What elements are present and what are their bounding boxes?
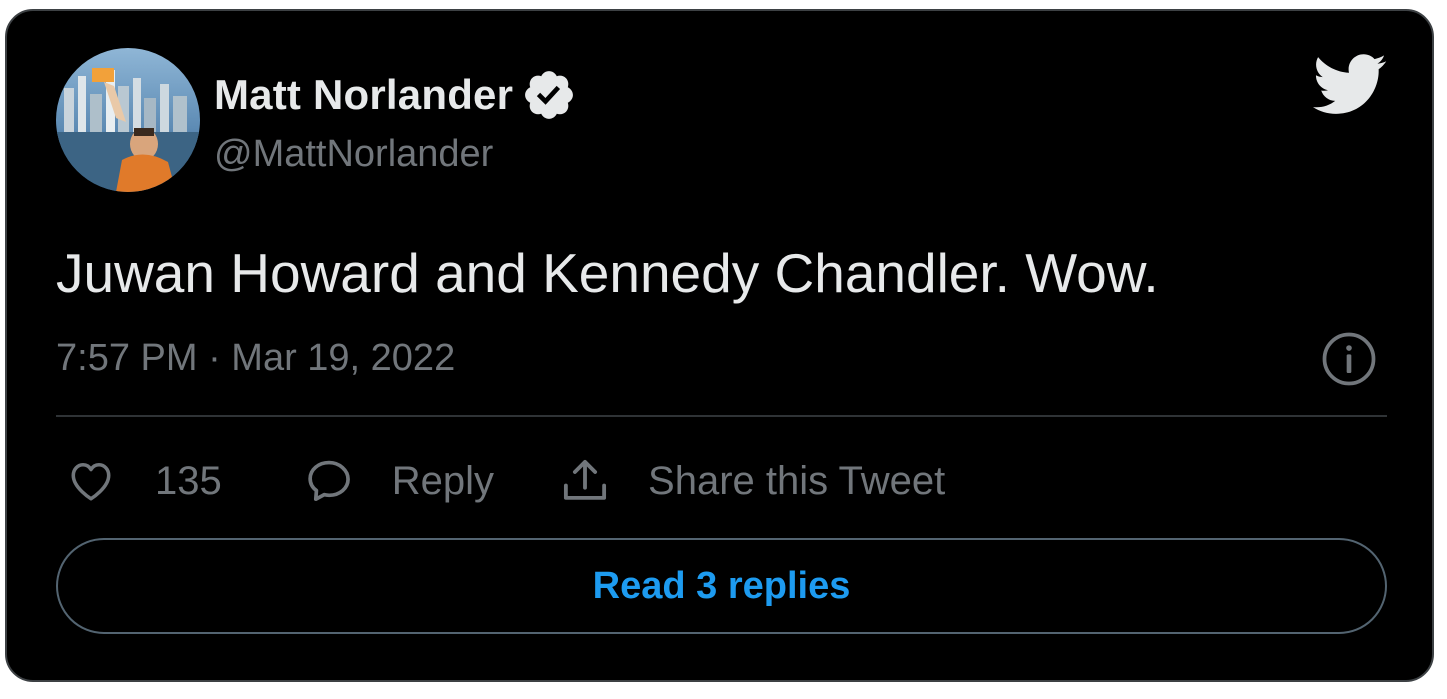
- author-display-name[interactable]: Matt Norlander: [214, 71, 513, 119]
- like-button[interactable]: 135: [65, 456, 222, 506]
- avatar[interactable]: [56, 48, 200, 192]
- twitter-bird-icon[interactable]: [1312, 54, 1388, 116]
- speech-bubble-icon: [308, 460, 350, 502]
- author-handle[interactable]: @MattNorlander: [214, 133, 493, 176]
- reply-label: Reply: [391, 458, 495, 503]
- share-upload-icon: [563, 459, 607, 500]
- author-name-row: Matt Norlander: [214, 67, 577, 123]
- avatar-image: [56, 48, 200, 192]
- info-icon[interactable]: [1321, 331, 1377, 387]
- tweet-timestamp[interactable]: 7:57 PM · Mar 19, 2022: [56, 337, 455, 380]
- share-button[interactable]: Share this Tweet: [558, 454, 945, 508]
- verified-badge-icon: [525, 71, 574, 119]
- like-count: 135: [155, 458, 222, 503]
- tweet-actions: 135 Reply Share this Tweet: [65, 453, 945, 509]
- share-label: Share this Tweet: [648, 458, 946, 503]
- read-replies-button[interactable]: Read 3 replies: [56, 538, 1387, 634]
- tweet-text: Juwan Howard and Kennedy Chandler. Wow.: [56, 242, 1159, 304]
- tweet-card: Matt Norlander @MattNorlander Juwan Howa…: [5, 9, 1434, 682]
- divider: [56, 415, 1387, 417]
- reply-button[interactable]: Reply: [302, 455, 494, 507]
- heart-icon: [71, 462, 111, 501]
